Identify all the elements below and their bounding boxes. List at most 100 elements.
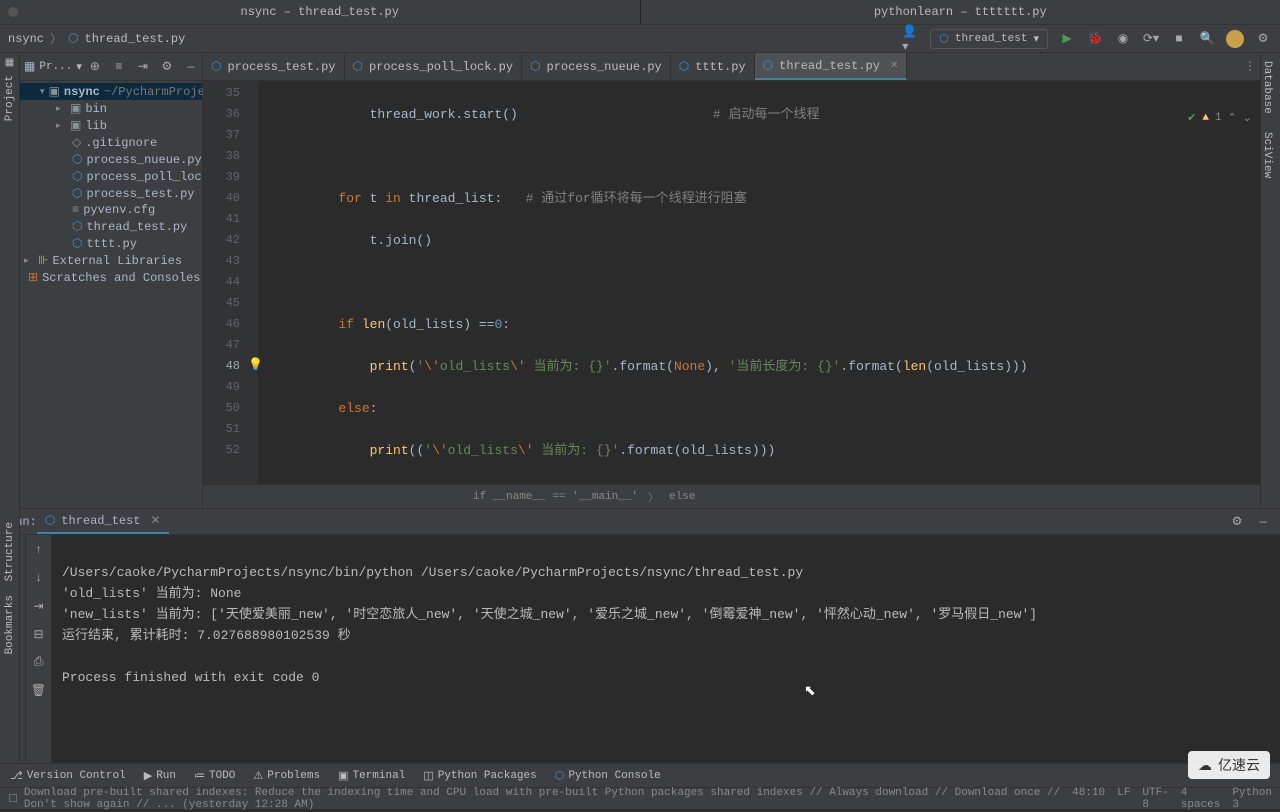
window-title-right: pythonlearn – ttttttt.py	[874, 5, 1047, 19]
bottom-tab-python-packages[interactable]: ◫Python Packages	[423, 769, 536, 783]
stop-button[interactable]: ■	[1170, 30, 1188, 48]
gear-icon[interactable]: ⚙	[1228, 513, 1246, 531]
python-file-icon: ⬡	[68, 31, 78, 46]
down-icon[interactable]: ↓	[30, 569, 48, 587]
cloud-icon: ☁	[1198, 757, 1212, 774]
todo-icon: ≔	[194, 769, 205, 783]
wrap-icon[interactable]: ⇥	[30, 597, 48, 615]
tree-folder-lib[interactable]: ▸▣lib	[20, 117, 202, 134]
bottom-tab-todo[interactable]: ≔TODO	[194, 769, 235, 783]
bottom-tab-vcs[interactable]: ⎇Version Control	[10, 769, 126, 783]
check-icon: ✔	[1187, 111, 1196, 125]
inspection-widget[interactable]: ✔ ▲ 1 ⌃ ⌄	[1187, 111, 1252, 125]
collapse-icon[interactable]: ⇥	[134, 58, 152, 76]
profile-button[interactable]: ⟳▾	[1142, 30, 1160, 48]
tab-tttt[interactable]: ⬡tttt.py	[671, 53, 755, 80]
gutter: 353637 383940 414243 444546 474849 50515…	[203, 81, 258, 484]
gear-icon[interactable]: ⚙	[158, 58, 176, 76]
close-icon[interactable]: ✕	[151, 513, 161, 528]
gear-icon[interactable]: ⚙	[1254, 30, 1272, 48]
breadcrumb-file[interactable]: thread_test.py	[85, 32, 186, 46]
tab-thread-test[interactable]: ⬡thread_test.py✕	[755, 53, 908, 80]
console-line: Process finished with exit code 0	[62, 670, 319, 685]
trash-icon[interactable]: 🗑	[30, 681, 48, 699]
navbar-right: 👤▾ ⬡ thread_test ▾ ▶ 🐞 ◉ ⟳▾ ■ 🔍 ⚙	[902, 29, 1272, 49]
run-panel-header: Run: ⬡ thread_test ✕ ⚙ —	[0, 509, 1280, 535]
run-tab[interactable]: ⬡ thread_test ✕	[37, 509, 169, 534]
tree-folder-bin[interactable]: ▸▣bin	[20, 100, 202, 117]
right-tool-rail: Database SciView	[1260, 53, 1280, 508]
avatar[interactable]	[1226, 30, 1244, 48]
window-titlebar: nsync – thread_test.py pythonlearn – ttt…	[0, 0, 1280, 25]
window-title-left: nsync – thread_test.py	[241, 5, 399, 19]
tree-file-pyvenv[interactable]: ≡pyvenv.cfg	[20, 202, 202, 218]
bottom-tab-problems[interactable]: ⚠Problems	[253, 769, 320, 783]
tree-file-gitignore[interactable]: ◇.gitignore	[20, 134, 202, 151]
chevron-down-icon[interactable]: ▾	[76, 60, 82, 74]
warning-count: 1	[1215, 112, 1222, 124]
run-panel-body: ▶ ✎ ⎙ ▣ ✎ ↑ ↓ ⇥ ⊟ ⎙ 🗑 /Users/caoke/Pycha…	[0, 535, 1280, 763]
console-line: /Users/caoke/PycharmProjects/nsync/bin/p…	[62, 565, 803, 580]
bottom-tab-run[interactable]: ▶Run	[144, 769, 176, 783]
tree-file-process-poll-lock[interactable]: ⬡process_poll_lock.py	[20, 168, 202, 185]
scroll-icon[interactable]: ⊟	[30, 625, 48, 643]
project-tree[interactable]: ▾ ▣ nsync ~/PycharmProjects/ ▸▣bin ▸▣lib…	[20, 81, 202, 288]
crumb-else[interactable]: else	[669, 491, 695, 503]
tree-file-process-nueue[interactable]: ⬡process_nueue.py	[20, 151, 202, 168]
tree-root[interactable]: ▾ ▣ nsync ~/PycharmProjects/	[20, 83, 202, 100]
bottom-tab-terminal[interactable]: ▣Terminal	[338, 769, 405, 783]
tree-file-thread-test[interactable]: ⬡thread_test.py	[20, 218, 202, 235]
tree-file-process-test[interactable]: ⬡process_test.py	[20, 185, 202, 202]
warning-icon: ▲	[1202, 112, 1209, 124]
tab-process-poll-lock[interactable]: ⬡process_poll_lock.py	[345, 53, 523, 80]
tab-process-test[interactable]: ⬡process_test.py	[203, 53, 345, 80]
expand-icon[interactable]: ≡	[110, 58, 128, 76]
console-line: 运行结束, 累计耗时: 7.027688980102539 秒	[62, 628, 351, 643]
hide-icon[interactable]: —	[182, 58, 200, 76]
breadcrumb: nsync 〉 ⬡ thread_test.py	[8, 30, 185, 47]
hide-icon[interactable]: —	[1254, 513, 1272, 531]
editor-body[interactable]: 353637 383940 414243 444546 474849 50515…	[203, 81, 1260, 484]
tree-external-libs[interactable]: ▸⊪External Libraries	[20, 252, 202, 269]
titlebar-left: nsync – thread_test.py	[0, 0, 641, 24]
python-icon: ⬡	[45, 513, 55, 528]
debug-button[interactable]: 🐞	[1086, 30, 1104, 48]
play-icon: ▶	[144, 769, 152, 783]
user-icon[interactable]: 👤▾	[902, 30, 920, 48]
database-tool-label[interactable]: Database	[1261, 53, 1273, 114]
run-config-selector[interactable]: ⬡ thread_test ▾	[930, 29, 1048, 49]
coverage-button[interactable]: ◉	[1114, 30, 1132, 48]
locate-icon[interactable]: ⊕	[86, 58, 104, 76]
up-icon[interactable]: ↑	[30, 541, 48, 559]
run-panel: Run: ⬡ thread_test ✕ ⚙ — ▶ ✎ ⎙ ▣ ✎ ↑ ↓ ⇥…	[0, 508, 1280, 763]
close-icon[interactable]: ✕	[890, 60, 898, 72]
bottom-tab-python-console[interactable]: ⬡Python Console	[555, 769, 661, 783]
console-line: 'old_lists' 当前为: None	[62, 586, 241, 601]
bookmarks-tool-label[interactable]: Bookmarks	[4, 595, 16, 654]
tab-process-nueue[interactable]: ⬡process_nueue.py	[522, 53, 671, 80]
run-button[interactable]: ▶	[1058, 30, 1076, 48]
search-icon[interactable]: 🔍	[1198, 30, 1216, 48]
console-output[interactable]: /Users/caoke/PycharmProjects/nsync/bin/p…	[52, 535, 1280, 763]
intention-bulb-icon[interactable]: 💡	[248, 357, 262, 371]
chevron-down-icon[interactable]: ⌄	[1243, 111, 1252, 125]
tree-scratches[interactable]: ⊞Scratches and Consoles	[20, 269, 202, 286]
run-toolbar-2: ↑ ↓ ⇥ ⊟ ⎙ 🗑	[26, 535, 52, 763]
tree-file-tttt[interactable]: ⬡tttt.py	[20, 235, 202, 252]
code-content[interactable]: thread_work.start() # 启动每一个线程 for t in t…	[258, 81, 1260, 484]
project-tool-label[interactable]: Project	[4, 75, 16, 121]
run-tab-label: thread_test	[61, 514, 140, 528]
crumb-if-main[interactable]: if __name__ == '__main__'	[473, 491, 638, 503]
close-icon[interactable]	[8, 7, 18, 17]
left-rail-bottom: Structure Bookmarks	[0, 508, 20, 763]
tab-menu-icon[interactable]: ⋮	[1244, 59, 1256, 74]
chevron-up-icon[interactable]: ⌃	[1228, 111, 1237, 125]
statusbar: ☐ Download pre-built shared indexes: Red…	[0, 787, 1280, 809]
structure-tool-label[interactable]: Structure	[4, 522, 16, 581]
print-icon[interactable]: ⎙	[30, 653, 48, 671]
chevron-down-icon: ▾	[1033, 32, 1039, 46]
project-tool-icon[interactable]: ▦	[5, 57, 14, 69]
project-panel-title: Pr...	[39, 61, 72, 73]
breadcrumb-root[interactable]: nsync	[8, 32, 44, 46]
sciview-tool-label[interactable]: SciView	[1261, 124, 1273, 178]
